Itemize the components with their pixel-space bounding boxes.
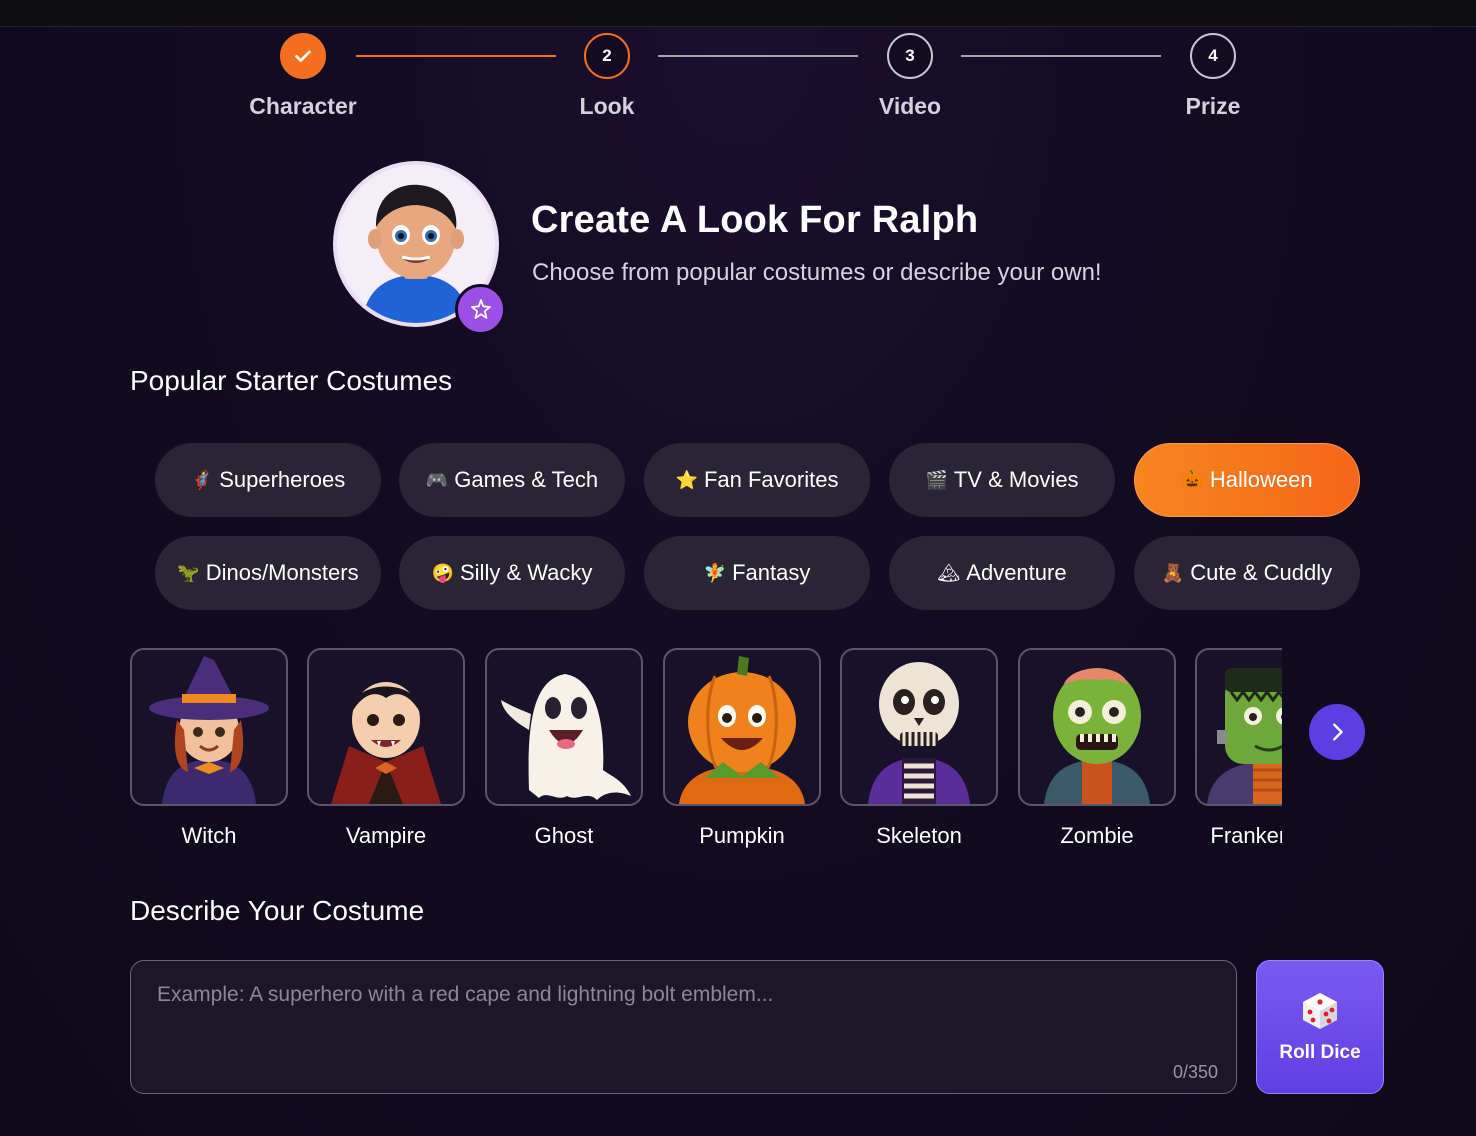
category-label: Cute & Cuddly bbox=[1190, 560, 1333, 585]
costume-label: Zombie bbox=[1060, 823, 1134, 848]
dice-icon bbox=[1303, 993, 1337, 1029]
costume-label: Pumpkin bbox=[699, 823, 785, 848]
category-label: Halloween bbox=[1209, 467, 1313, 492]
costume-description-input[interactable] bbox=[131, 961, 1236, 1093]
costume-card-zombie[interactable]: Zombie bbox=[1018, 648, 1176, 849]
costume-card-skeleton[interactable]: Skeleton bbox=[840, 648, 998, 849]
category-tv-movies[interactable]: 🎬 TV & Movies bbox=[889, 443, 1115, 517]
roll-dice-button[interactable]: Roll Dice bbox=[1256, 960, 1384, 1094]
costume-label: Vampire bbox=[345, 823, 427, 848]
check-icon bbox=[280, 33, 326, 79]
category-label: Superheroes bbox=[219, 467, 346, 492]
character-counter: 0/350 bbox=[1172, 1062, 1218, 1082]
zany-face-icon: 🤪 bbox=[431, 562, 454, 584]
category-superheroes[interactable]: 🦸 Superheroes bbox=[155, 443, 381, 517]
category-games-tech[interactable]: 🎮 Games & Tech bbox=[399, 443, 625, 517]
section-title-popular: Popular Starter Costumes bbox=[130, 365, 453, 396]
step-prize[interactable]: 4 Prize bbox=[1113, 33, 1313, 120]
gamepad-icon: 🎮 bbox=[425, 469, 449, 491]
category-label: Adventure bbox=[966, 560, 1067, 585]
costume-label: Skeleton bbox=[876, 823, 962, 848]
ghost-icon bbox=[485, 648, 643, 806]
skeleton-icon bbox=[840, 648, 998, 806]
chevron-right-icon bbox=[1333, 723, 1343, 741]
step-label: Prize bbox=[1185, 93, 1241, 119]
step-label: Look bbox=[579, 93, 635, 119]
costume-description-box: 0/350 bbox=[130, 960, 1237, 1094]
step-character[interactable]: Character bbox=[203, 33, 403, 120]
costume-card-frankenstein[interactable]: Frankenstein bbox=[1195, 648, 1282, 849]
step-number: 3 bbox=[887, 33, 933, 79]
category-dinos-monsters[interactable]: 🦖 Dinos/Monsters bbox=[155, 536, 381, 610]
step-number: 2 bbox=[584, 33, 630, 79]
category-label: Dinos/Monsters bbox=[205, 560, 359, 585]
category-adventure[interactable]: 🏔 Adventure bbox=[889, 536, 1115, 610]
category-label: Games & Tech bbox=[454, 467, 599, 492]
magic-sparkle-icon[interactable] bbox=[455, 284, 506, 335]
frankenstein-icon bbox=[1195, 648, 1282, 806]
character-avatar[interactable] bbox=[333, 161, 506, 335]
step-look[interactable]: 2 Look bbox=[507, 33, 707, 120]
page-title: Create A Look For Ralph bbox=[531, 199, 979, 241]
costume-label: Witch bbox=[181, 823, 237, 848]
costume-label: Frankenstein bbox=[1210, 823, 1282, 848]
category-cute-cuddly[interactable]: 🧸 Cute & Cuddly bbox=[1134, 536, 1360, 610]
witch-icon bbox=[130, 648, 288, 806]
category-label: Fan Favorites bbox=[703, 467, 839, 492]
section-title-describe: Describe Your Costume bbox=[130, 895, 425, 926]
pumpkin-icon bbox=[663, 648, 821, 806]
page: Character 2 Look 3 Video 4 Prize Create … bbox=[0, 27, 1476, 1136]
costume-carousel: Witch Vampire Ghost Pumpkin Skeleton Zom… bbox=[130, 648, 1282, 858]
fairy-icon: 🧚 bbox=[703, 562, 727, 584]
costume-card-ghost[interactable]: Ghost bbox=[485, 648, 643, 849]
dinosaur-icon: 🦖 bbox=[177, 562, 200, 584]
costume-card-vampire[interactable]: Vampire bbox=[307, 648, 465, 849]
star-icon: ⭐ bbox=[675, 469, 698, 491]
category-label: Fantasy bbox=[732, 560, 811, 585]
roll-dice-label: Roll Dice bbox=[1279, 1042, 1361, 1063]
category-halloween[interactable]: 🎃 Halloween bbox=[1134, 443, 1360, 517]
category-label: Silly & Wacky bbox=[460, 560, 593, 585]
category-fantasy[interactable]: 🧚 Fantasy bbox=[644, 536, 870, 610]
step-label: Video bbox=[878, 93, 942, 119]
step-number: 4 bbox=[1190, 33, 1236, 79]
category-fan-favorites[interactable]: ⭐ Fan Favorites bbox=[644, 443, 870, 517]
category-silly-wacky[interactable]: 🤪 Silly & Wacky bbox=[399, 536, 625, 610]
clapperboard-icon: 🎬 bbox=[925, 469, 948, 491]
pumpkin-icon: 🎃 bbox=[1181, 469, 1204, 491]
step-label: Character bbox=[249, 93, 357, 119]
carousel-next-button[interactable] bbox=[1309, 704, 1365, 760]
category-label: TV & Movies bbox=[953, 467, 1079, 492]
teddy-bear-icon: 🧸 bbox=[1161, 562, 1185, 584]
costume-card-witch[interactable]: Witch bbox=[130, 648, 288, 849]
vampire-icon bbox=[307, 648, 465, 806]
mountain-icon: 🏔 bbox=[937, 562, 961, 584]
superhero-icon: 🦸 bbox=[190, 469, 214, 491]
zombie-icon bbox=[1018, 648, 1176, 806]
step-video[interactable]: 3 Video bbox=[810, 33, 1010, 120]
page-subtitle: Choose from popular costumes or describe… bbox=[532, 259, 1102, 286]
costume-card-pumpkin[interactable]: Pumpkin bbox=[663, 648, 821, 849]
browser-top-bar bbox=[0, 0, 1476, 27]
costume-label: Ghost bbox=[534, 823, 594, 848]
